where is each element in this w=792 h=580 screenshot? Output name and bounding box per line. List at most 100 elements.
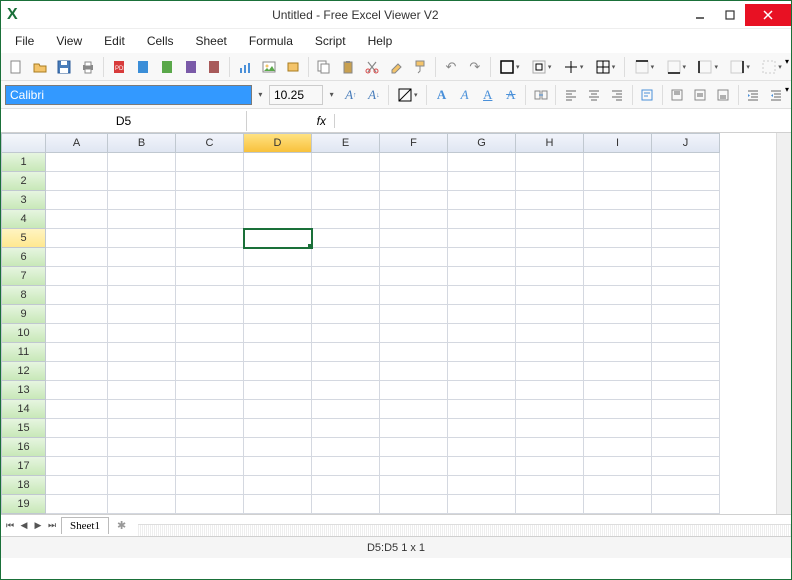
valign-top-icon[interactable] <box>667 84 688 106</box>
cell[interactable] <box>46 476 108 495</box>
cell[interactable] <box>108 305 176 324</box>
sheet-tab[interactable]: Sheet1 <box>61 517 109 534</box>
clear-icon[interactable] <box>385 56 407 78</box>
strike-icon[interactable]: A <box>500 84 521 106</box>
cell[interactable] <box>516 267 584 286</box>
row-header[interactable]: 1 <box>1 153 46 172</box>
cell[interactable] <box>312 476 380 495</box>
cell[interactable] <box>652 267 720 286</box>
cell[interactable] <box>312 305 380 324</box>
cell[interactable] <box>46 438 108 457</box>
cell[interactable] <box>312 495 380 514</box>
cell[interactable] <box>516 495 584 514</box>
image-icon[interactable] <box>258 56 280 78</box>
cell[interactable] <box>108 229 176 248</box>
cell[interactable] <box>380 286 448 305</box>
cell[interactable] <box>380 210 448 229</box>
row-header[interactable]: 16 <box>1 438 46 457</box>
cell[interactable] <box>584 210 652 229</box>
cell[interactable] <box>176 343 244 362</box>
cell[interactable] <box>108 438 176 457</box>
cell[interactable] <box>46 267 108 286</box>
font-name-dropdown-icon[interactable]: ▾ <box>254 90 267 99</box>
cell[interactable] <box>584 495 652 514</box>
cell[interactable] <box>244 476 312 495</box>
formula-input[interactable] <box>335 109 791 132</box>
cell[interactable] <box>516 457 584 476</box>
row-header[interactable]: 17 <box>1 457 46 476</box>
column-header[interactable]: F <box>380 133 448 153</box>
cell[interactable] <box>584 362 652 381</box>
border-inner-icon[interactable] <box>527 56 557 78</box>
cell[interactable] <box>108 362 176 381</box>
cell[interactable] <box>244 286 312 305</box>
cell[interactable] <box>516 153 584 172</box>
cell[interactable] <box>46 210 108 229</box>
merge-icon[interactable] <box>530 84 551 106</box>
tab-nav-first-icon[interactable]: ⏮ <box>3 517 17 535</box>
column-header[interactable]: E <box>312 133 380 153</box>
cell[interactable] <box>108 495 176 514</box>
redo-icon[interactable]: ↷ <box>464 56 486 78</box>
cell[interactable] <box>380 381 448 400</box>
cell[interactable] <box>176 229 244 248</box>
cell[interactable] <box>584 400 652 419</box>
cell[interactable] <box>652 362 720 381</box>
cell[interactable] <box>652 191 720 210</box>
cell[interactable] <box>380 495 448 514</box>
vertical-scrollbar[interactable] <box>779 143 789 193</box>
cell[interactable] <box>584 191 652 210</box>
cell[interactable] <box>516 362 584 381</box>
cell[interactable] <box>108 343 176 362</box>
cell[interactable] <box>176 172 244 191</box>
cell[interactable] <box>46 343 108 362</box>
row-header[interactable]: 3 <box>1 191 46 210</box>
cell[interactable] <box>46 172 108 191</box>
cell[interactable] <box>108 324 176 343</box>
close-button[interactable] <box>745 4 791 26</box>
cell[interactable] <box>652 324 720 343</box>
wrap-icon[interactable] <box>637 84 658 106</box>
cell[interactable] <box>448 305 516 324</box>
valign-bot-icon[interactable] <box>713 84 734 106</box>
cell[interactable] <box>108 267 176 286</box>
cell[interactable] <box>176 419 244 438</box>
cell[interactable] <box>46 324 108 343</box>
border-bottom-icon[interactable] <box>661 56 691 78</box>
cell[interactable] <box>448 267 516 286</box>
cell[interactable] <box>176 191 244 210</box>
cell[interactable] <box>46 229 108 248</box>
cell[interactable] <box>584 438 652 457</box>
cell[interactable] <box>46 400 108 419</box>
cell[interactable] <box>312 172 380 191</box>
cut-icon[interactable] <box>361 56 383 78</box>
cell[interactable] <box>448 229 516 248</box>
cell[interactable] <box>652 286 720 305</box>
cell[interactable] <box>584 153 652 172</box>
cell[interactable] <box>176 381 244 400</box>
undo-icon[interactable]: ↶ <box>440 56 462 78</box>
new-icon[interactable] <box>5 56 27 78</box>
cell[interactable] <box>448 476 516 495</box>
cell[interactable] <box>46 457 108 476</box>
cell[interactable] <box>652 229 720 248</box>
cell[interactable] <box>244 172 312 191</box>
cell[interactable] <box>652 381 720 400</box>
cell[interactable] <box>244 438 312 457</box>
spreadsheet-grid[interactable]: ABCDEFGHIJ 12345678910111213141516171819 <box>1 133 791 514</box>
horizontal-scrollbar[interactable] <box>138 524 791 536</box>
cell[interactable] <box>652 457 720 476</box>
font-increase-icon[interactable]: A↑ <box>340 84 361 106</box>
cell[interactable] <box>244 210 312 229</box>
cell[interactable] <box>652 210 720 229</box>
cell[interactable] <box>46 248 108 267</box>
cell[interactable] <box>584 476 652 495</box>
indent-inc-icon[interactable] <box>766 84 787 106</box>
cell[interactable] <box>448 191 516 210</box>
row-header[interactable]: 18 <box>1 476 46 495</box>
valign-mid-icon[interactable] <box>690 84 711 106</box>
cell[interactable] <box>448 457 516 476</box>
cell[interactable] <box>584 457 652 476</box>
row-header[interactable]: 4 <box>1 210 46 229</box>
tab-nav-last-icon[interactable]: ⏭ <box>45 517 59 535</box>
